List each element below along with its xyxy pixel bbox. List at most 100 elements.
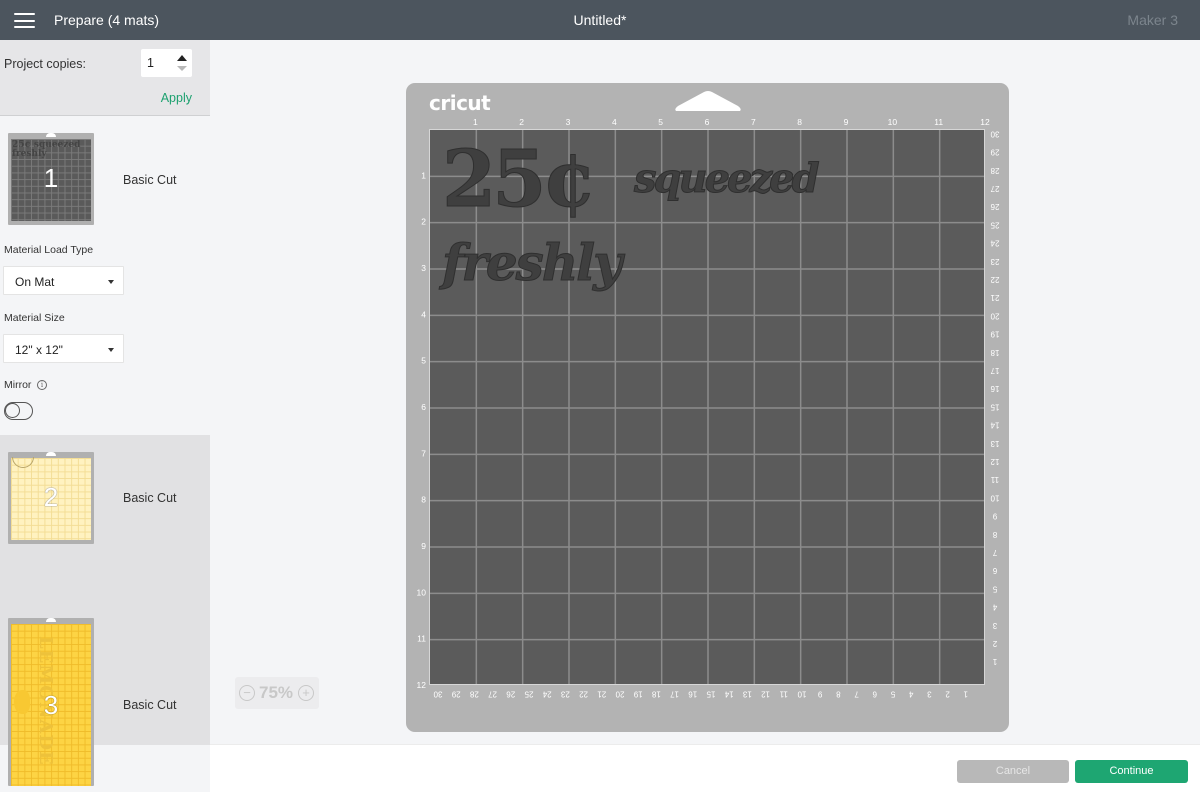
prepare-title: Prepare (4 mats) (54, 12, 160, 28)
ruler-right-cm-label: 28 (990, 166, 999, 175)
ruler-left-label: 3 (421, 263, 426, 273)
ruler-top-label: 5 (658, 117, 663, 127)
ruler-right-cm-label: 4 (992, 603, 997, 612)
mat-preview-text: 25¢ squeezed freshly (12, 140, 81, 159)
material-load-type-select[interactable]: On Mat (3, 266, 124, 295)
ruler-bottom-cm-label: 30 (433, 689, 442, 698)
ruler-bottom-cm-label: 19 (633, 689, 642, 698)
ruler-bottom-cm-label: 2 (945, 689, 950, 698)
ruler-right-cm-label: 5 (992, 584, 997, 593)
project-copies-panel: Project copies: 1 Apply (0, 40, 210, 116)
mat-thumbnail-2[interactable]: 2 (8, 452, 94, 544)
ruler-bottom-cm-label: 25 (524, 689, 533, 698)
ruler-bottom-cm-label: 10 (797, 689, 806, 698)
ruler-bottom-cm-label: 26 (506, 689, 515, 698)
ruler-right-cm-label: 2 (992, 639, 997, 648)
zoom-in-icon[interactable]: + (298, 685, 314, 701)
mat-thumbnail-1[interactable]: 25¢ squeezed freshly 1 (8, 133, 94, 225)
ruler-bottom-cm-label: 15 (706, 689, 715, 698)
mat-item-3[interactable]: LEMONADE 3 Basic Cut (0, 618, 210, 788)
zoom-control: − 75% + (235, 677, 319, 709)
mat-number: 2 (43, 482, 59, 512)
ruler-top-label: 1 (473, 117, 478, 127)
ruler-bottom-cm-label: 28 (469, 689, 478, 698)
ruler-bottom-cm-label: 4 (908, 689, 913, 698)
material-load-type-value: On Mat (15, 275, 55, 289)
ruler-left-label: 1 (421, 170, 426, 180)
ruler-bottom-cm-label: 18 (651, 689, 660, 698)
mat-thumbnail-3[interactable]: LEMONADE 3 (8, 618, 94, 786)
ruler-bottom-cm-label: 24 (542, 689, 551, 698)
increment-arrow-icon[interactable] (177, 55, 187, 61)
ruler-left-label: 11 (417, 634, 426, 644)
chevron-down-icon (108, 280, 114, 284)
mat-cut-label: Basic Cut (123, 491, 177, 505)
material-load-type-label: Material Load Type (4, 244, 94, 256)
design-text-freshly[interactable]: freshly (439, 233, 628, 293)
mat-grid[interactable]: 25¢ squeezed freshly (429, 129, 985, 685)
ruler-bottom-cm-label: 8 (836, 689, 841, 698)
zoom-level: 75% (259, 683, 294, 702)
ruler-top-label: 2 (519, 117, 524, 127)
mat-cut-label: Basic Cut (123, 173, 177, 187)
design-text-squeezed[interactable]: squeezed (633, 155, 824, 203)
project-copies-label: Project copies: (4, 57, 86, 71)
cancel-button[interactable]: Cancel (957, 760, 1069, 783)
project-copies-input[interactable]: 1 (147, 56, 154, 70)
ruler-left-label: 4 (421, 309, 426, 319)
ruler-right-cm-label: 18 (990, 348, 999, 357)
ruler-right-cm-label: 20 (990, 311, 999, 320)
ruler-left-label: 8 (421, 495, 426, 505)
mat-sidebar: Project copies: 1 Apply 25¢ squeezed fres… (0, 40, 210, 792)
design-layer[interactable]: 25¢ squeezed freshly (430, 130, 985, 685)
ruler-right-cm-label: 1 (992, 657, 997, 666)
ruler-left-label: 2 (421, 217, 426, 227)
ruler-right-cm-label: 11 (990, 475, 999, 484)
ruler-bottom-cm-label: 5 (890, 689, 895, 698)
ruler-bottom-cm-label: 21 (597, 689, 606, 698)
ruler-right-cm-label: 10 (990, 493, 999, 502)
cutting-mat: cricut 1 2 3 4 5 6 7 8 9 10 11 12 1 2 3 4 5 6 7 8 9 10 11 12 30 2… (406, 83, 1009, 732)
machine-selector[interactable]: Maker 3 (1127, 12, 1178, 28)
ruler-bottom-cm-label: 1 (963, 689, 968, 698)
material-size-select[interactable]: 12" x 12" (3, 334, 124, 363)
ruler-right-cm-label: 9 (992, 512, 997, 521)
continue-button[interactable]: Continue (1075, 760, 1188, 783)
ruler-bottom-cm-label: 12 (761, 689, 770, 698)
ruler-right-cm-label: 6 (992, 566, 997, 575)
mat-notch-icon (46, 452, 56, 456)
zoom-out-icon[interactable]: − (239, 685, 255, 701)
material-size-value: 12" x 12" (15, 343, 63, 357)
design-text-price[interactable]: 25¢ (442, 134, 598, 226)
ruler-bottom-cm-label: 29 (451, 689, 460, 698)
info-icon[interactable]: i (37, 380, 47, 390)
ruler-right-cm-label: 16 (990, 384, 999, 393)
ruler-bottom-cm-label: 13 (742, 689, 751, 698)
ruler-right-cm-label: 12 (990, 457, 999, 466)
ruler-bottom-cm-label: 22 (579, 689, 588, 698)
material-size-label: Material Size (4, 312, 65, 324)
project-name[interactable]: Untitled* (574, 12, 627, 28)
mat-notch-icon (46, 133, 56, 137)
apply-button[interactable]: Apply (161, 91, 192, 105)
top-bar: Prepare (4 mats) Untitled* Maker 3 (0, 0, 1200, 40)
ruler-right-cm-label: 24 (990, 239, 999, 248)
ruler-right-cm-label: 19 (990, 330, 999, 339)
hamburger-icon[interactable] (14, 13, 35, 28)
ruler-bottom-cm-label: 20 (615, 689, 624, 698)
decrement-arrow-icon[interactable] (177, 66, 187, 71)
ruler-top-label: 11 (934, 117, 943, 127)
ruler-left-label: 12 (417, 680, 427, 690)
project-copies-stepper[interactable]: 1 (141, 49, 192, 77)
mirror-toggle[interactable] (4, 402, 33, 420)
ruler-left-label: 5 (421, 356, 426, 366)
ruler-right-cm-label: 30 (990, 129, 999, 138)
ruler-right-cm-label: 13 (990, 439, 999, 448)
mat-item-2[interactable]: 2 Basic Cut (0, 452, 210, 552)
mat-item-1[interactable]: 25¢ squeezed freshly 1 Basic Cut (0, 133, 210, 233)
ruler-right-cm-label: 29 (990, 148, 999, 157)
ruler-left-label: 6 (421, 402, 426, 412)
ruler-top-label: 4 (612, 117, 617, 127)
ruler-right-cm-label: 23 (990, 257, 999, 266)
ruler-right-cm-label: 17 (990, 366, 999, 375)
